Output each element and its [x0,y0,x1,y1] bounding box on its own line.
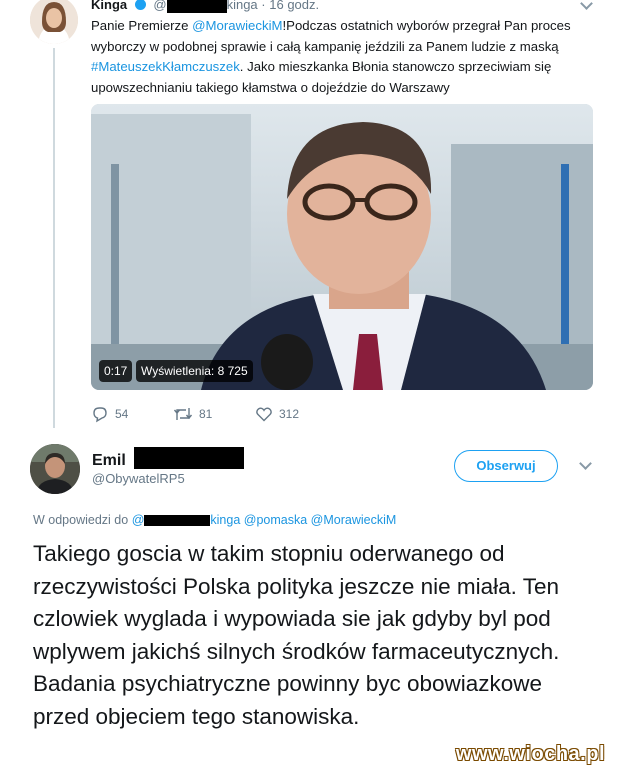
reply-count: 54 [115,407,129,421]
tweet1-handle[interactable]: @ kinga [153,0,258,13]
reply-icon [93,407,107,423]
like-button[interactable]: 312 [255,404,299,424]
site-watermark: www.wiocha.pl [455,743,605,765]
video-view-count: Wyświetlenia: 8 725 [136,360,253,382]
retweet-button[interactable]: 81 [173,404,212,424]
verified-badge-icon [134,0,146,11]
tweet1-separator: · [261,0,266,12]
video-duration: 0:17 [99,360,133,382]
tweet1-header: Kinga @ kinga · 16 godz. [91,0,319,13]
kinga-avatar[interactable] [30,0,78,44]
hashtag-link[interactable]: #MateuszekKłamczuszek [91,59,240,74]
tweet2-author-name[interactable]: Emil [92,447,245,471]
reply-mention-morawiecki[interactable]: @MorawieckiM [311,513,397,527]
chevron-down-icon[interactable] [580,0,593,10]
follow-button[interactable]: Obserwuj [454,450,558,482]
tweet1-text: Panie Premierze @MorawieckiM!Podczas ost… [91,18,571,95]
chevron-down-icon[interactable] [579,457,592,470]
mention-link[interactable]: @MorawieckiM [192,18,282,33]
like-icon [256,407,272,422]
like-count: 312 [279,407,300,421]
redaction-bar [166,0,227,13]
retweet-count: 81 [199,407,213,421]
tweet2-handle[interactable]: @ObywatelRP5 [92,471,185,486]
tweet2-text: Takiego goscia w takim stopniu oderwaneg… [33,541,560,729]
video-frame [91,104,593,390]
emil-avatar[interactable] [30,444,80,494]
video-player[interactable]: 0:17 Wyświetlenia: 8 725 [91,104,593,390]
reply-button[interactable]: 54 [91,404,128,424]
tweet1-time[interactable]: 16 godz. [269,0,319,12]
retweet-icon [173,408,193,420]
reply-mention-pomaska[interactable]: @pomaska [244,513,307,527]
thread-connector-line [53,48,55,428]
redaction-bar [144,515,211,527]
tweet1-author-name[interactable]: Kinga [91,0,127,12]
reply-context: W odpowiedzi do @ kinga @pomaska @Morawie… [33,513,397,527]
reply-mention-kinga[interactable]: @ kinga [132,513,241,527]
redaction-bar [134,447,245,469]
